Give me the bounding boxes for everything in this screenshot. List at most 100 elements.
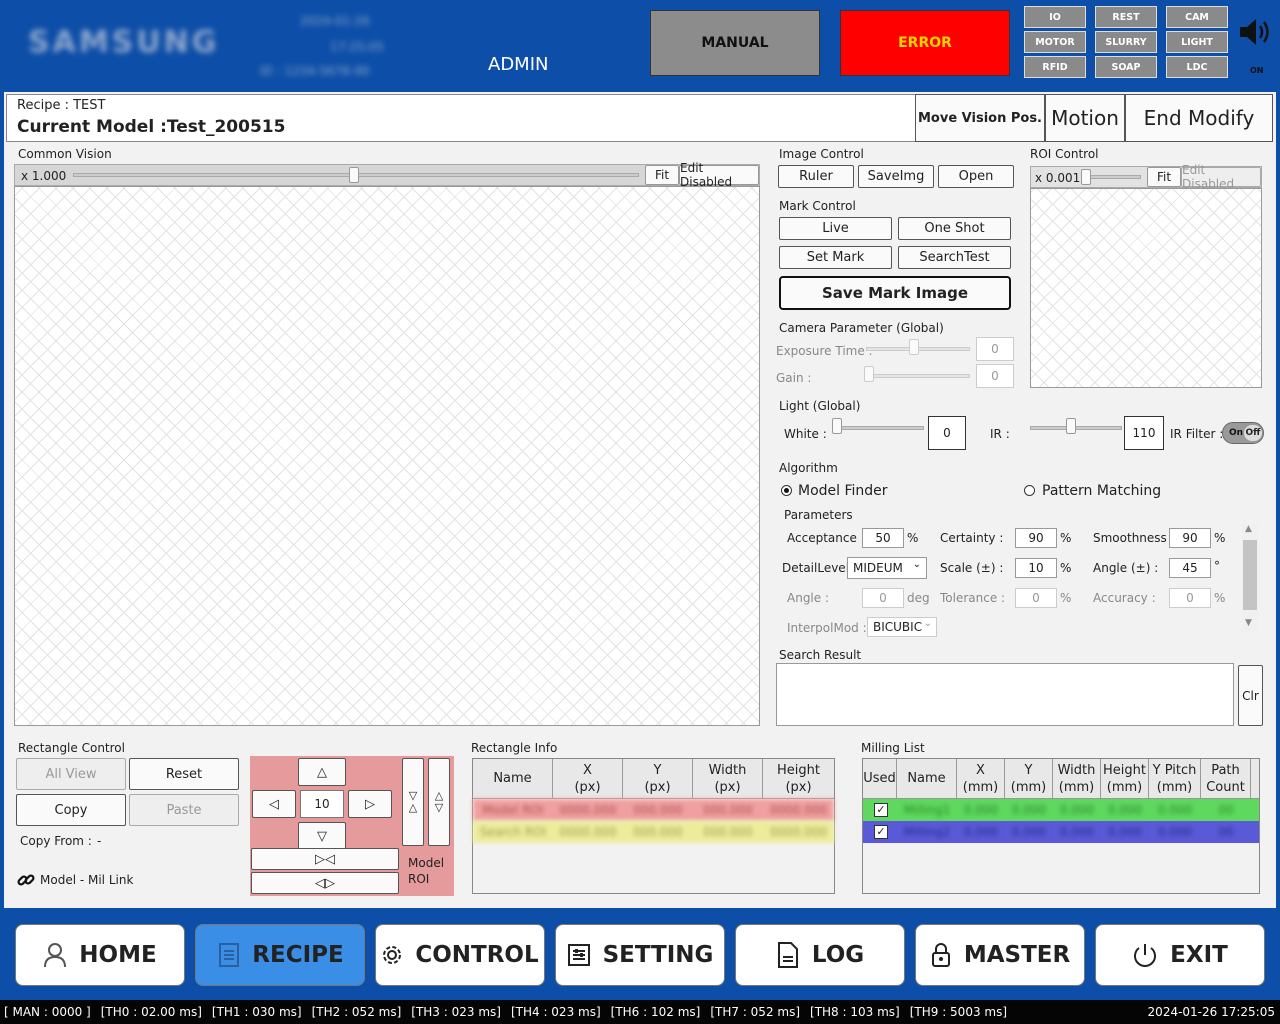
clear-button[interactable]: Clr bbox=[1238, 665, 1263, 726]
status-rfid[interactable]: RFID bbox=[1024, 56, 1086, 78]
move-left-button[interactable]: ◁ bbox=[252, 790, 296, 818]
vision-canvas[interactable] bbox=[14, 186, 760, 726]
error-status-button[interactable]: ERROR bbox=[840, 10, 1010, 76]
fit-button[interactable]: Fit bbox=[645, 165, 679, 185]
scroll-up-icon[interactable]: ▲ bbox=[1245, 524, 1252, 534]
scroll-down-icon[interactable]: ▼ bbox=[1245, 618, 1252, 628]
manual-mode-button[interactable]: MANUAL bbox=[650, 10, 820, 76]
copy-button[interactable]: Copy bbox=[16, 794, 126, 826]
nav-control-button[interactable]: CONTROL bbox=[375, 924, 545, 986]
shrink-height-button[interactable]: ▽ △ bbox=[402, 758, 424, 846]
status-rest[interactable]: REST bbox=[1095, 6, 1157, 28]
certainty-input[interactable]: 90 bbox=[1015, 528, 1057, 548]
accuracy-input[interactable]: 0 bbox=[1169, 588, 1211, 608]
detail-level-select[interactable]: MIDEUM ⌄ bbox=[847, 557, 927, 579]
expand-height-button[interactable]: △ ▽ bbox=[428, 758, 450, 846]
move-vision-button[interactable]: Move Vision Pos. bbox=[915, 94, 1045, 142]
set-mark-button[interactable]: Set Mark bbox=[779, 246, 892, 269]
table-row[interactable]: ✓ Milling1 0.000 0.000 0.000 0.000 0.000… bbox=[863, 799, 1259, 821]
live-button[interactable]: Live bbox=[779, 217, 892, 240]
roi-edit-button[interactable]: Edit Disabled bbox=[1181, 163, 1261, 191]
gain-input[interactable]: 0 bbox=[976, 364, 1014, 388]
saveimg-button[interactable]: SaveImg bbox=[858, 165, 934, 188]
smoothness-input[interactable]: 90 bbox=[1169, 528, 1211, 548]
exposure-input[interactable]: 0 bbox=[976, 337, 1014, 361]
zoom-slider-thumb[interactable] bbox=[349, 167, 359, 183]
exposure-slider-thumb[interactable] bbox=[909, 339, 919, 355]
camera-param-title: Camera Parameter (Global) bbox=[779, 321, 944, 335]
move-up-button[interactable]: △ bbox=[298, 758, 346, 786]
main-area: Recipe : TEST Current Model :Test_200515… bbox=[4, 92, 1276, 908]
ir-filter-toggle[interactable]: On Off bbox=[1222, 422, 1264, 444]
status-io[interactable]: IO bbox=[1024, 6, 1086, 28]
paste-button[interactable]: Paste bbox=[129, 794, 239, 826]
nav-master-label: MASTER bbox=[963, 942, 1071, 968]
roi-canvas[interactable] bbox=[1030, 188, 1262, 388]
rect-control-title: Rectangle Control bbox=[18, 741, 125, 755]
ir-input[interactable]: 110 bbox=[1124, 416, 1164, 450]
status-motor[interactable]: MOTOR bbox=[1024, 31, 1086, 53]
status-light[interactable]: LIGHT bbox=[1166, 31, 1228, 53]
move-right-button[interactable]: ▷ bbox=[348, 790, 392, 818]
move-down-button[interactable]: ▽ bbox=[298, 822, 346, 850]
edit-toggle-button[interactable]: Edit Disabled bbox=[679, 161, 759, 189]
table-row[interactable]: ✓ Milling2 0.000 0.000 0.000 0.000 0.000… bbox=[863, 821, 1259, 843]
end-modify-button[interactable]: End Modify bbox=[1125, 94, 1273, 142]
search-test-button[interactable]: SearchTest bbox=[898, 246, 1011, 269]
params-scrollbar[interactable]: ▲ ▼ bbox=[1242, 524, 1258, 632]
nav-master-button[interactable]: MASTER bbox=[915, 924, 1085, 986]
gain-slider-thumb[interactable] bbox=[864, 366, 874, 382]
nav-recipe-button[interactable]: RECIPE bbox=[195, 924, 365, 986]
header-time: 17:25:05 bbox=[330, 40, 384, 54]
milling-table: Used Name X (mm) Y (mm) Width (mm) Heigh… bbox=[862, 758, 1260, 894]
scale-input[interactable]: 10 bbox=[1015, 558, 1057, 578]
nav-setting-button[interactable]: SETTING bbox=[555, 924, 725, 986]
toggle-on-label: On bbox=[1229, 428, 1244, 438]
nav-home-button[interactable]: HOME bbox=[15, 924, 185, 986]
nav-exit-button[interactable]: EXIT bbox=[1095, 924, 1265, 986]
model-finder-radio[interactable] bbox=[781, 485, 792, 496]
col-x: X (px) bbox=[553, 759, 623, 798]
angle-pm-input[interactable]: 45 bbox=[1169, 558, 1211, 578]
used-checkbox[interactable]: ✓ bbox=[874, 825, 888, 839]
pattern-matching-radio[interactable] bbox=[1024, 485, 1035, 496]
shrink-width-button[interactable]: ▷◁ bbox=[251, 848, 399, 870]
table-row[interactable]: Search ROI 0000.000 000.000 000.000 0000… bbox=[473, 821, 834, 843]
roi-zoom-thumb[interactable] bbox=[1081, 169, 1091, 185]
open-button[interactable]: Open bbox=[938, 165, 1014, 188]
step-input[interactable]: 10 bbox=[300, 790, 344, 818]
interpol-select[interactable]: BICUBIC ⌄ bbox=[867, 617, 937, 637]
expand-width-button[interactable]: ◁▷ bbox=[251, 872, 399, 894]
reset-button[interactable]: Reset bbox=[129, 758, 239, 790]
white-slider-thumb[interactable] bbox=[832, 418, 842, 434]
gain-slider[interactable] bbox=[866, 374, 970, 378]
nav-log-button[interactable]: LOG bbox=[735, 924, 905, 986]
zoom-label: x 1.000 bbox=[21, 169, 67, 183]
white-slider[interactable] bbox=[832, 426, 924, 430]
status-slurry[interactable]: SLURRY bbox=[1095, 31, 1157, 53]
header: SAMSUNG 2024-01-26 17:25:05 ID : 1234-56… bbox=[0, 0, 1280, 88]
certainty-unit: % bbox=[1060, 531, 1072, 545]
status-datetime: 2024-01-26 17:25:05 bbox=[1147, 1005, 1275, 1019]
status-ldc[interactable]: LDC bbox=[1166, 56, 1228, 78]
recipe-label: Recipe : TEST bbox=[17, 98, 106, 113]
ir-slider[interactable] bbox=[1030, 426, 1122, 430]
scroll-thumb[interactable] bbox=[1243, 540, 1257, 610]
all-view-button[interactable]: All View bbox=[16, 758, 126, 790]
acceptance-input[interactable]: 50 bbox=[862, 528, 904, 548]
roi-fit-button[interactable]: Fit bbox=[1147, 167, 1181, 187]
white-input[interactable]: 0 bbox=[928, 416, 966, 450]
motion-button[interactable]: Motion bbox=[1045, 94, 1125, 142]
status-soap[interactable]: SOAP bbox=[1095, 56, 1157, 78]
ir-slider-thumb[interactable] bbox=[1066, 418, 1076, 434]
parameters-title: Parameters bbox=[784, 508, 853, 522]
angle-input[interactable]: 0 bbox=[862, 588, 904, 608]
speaker-icon[interactable] bbox=[1238, 16, 1274, 51]
one-shot-button[interactable]: One Shot bbox=[898, 217, 1011, 240]
table-row[interactable]: Model ROI 0000.000 000.000 000.000 0000.… bbox=[473, 799, 834, 821]
used-checkbox[interactable]: ✓ bbox=[874, 803, 888, 817]
tolerance-input[interactable]: 0 bbox=[1015, 588, 1057, 608]
ruler-button[interactable]: Ruler bbox=[778, 165, 854, 188]
save-mark-image-button[interactable]: Save Mark Image bbox=[779, 276, 1011, 310]
status-cam[interactable]: CAM bbox=[1166, 6, 1228, 28]
